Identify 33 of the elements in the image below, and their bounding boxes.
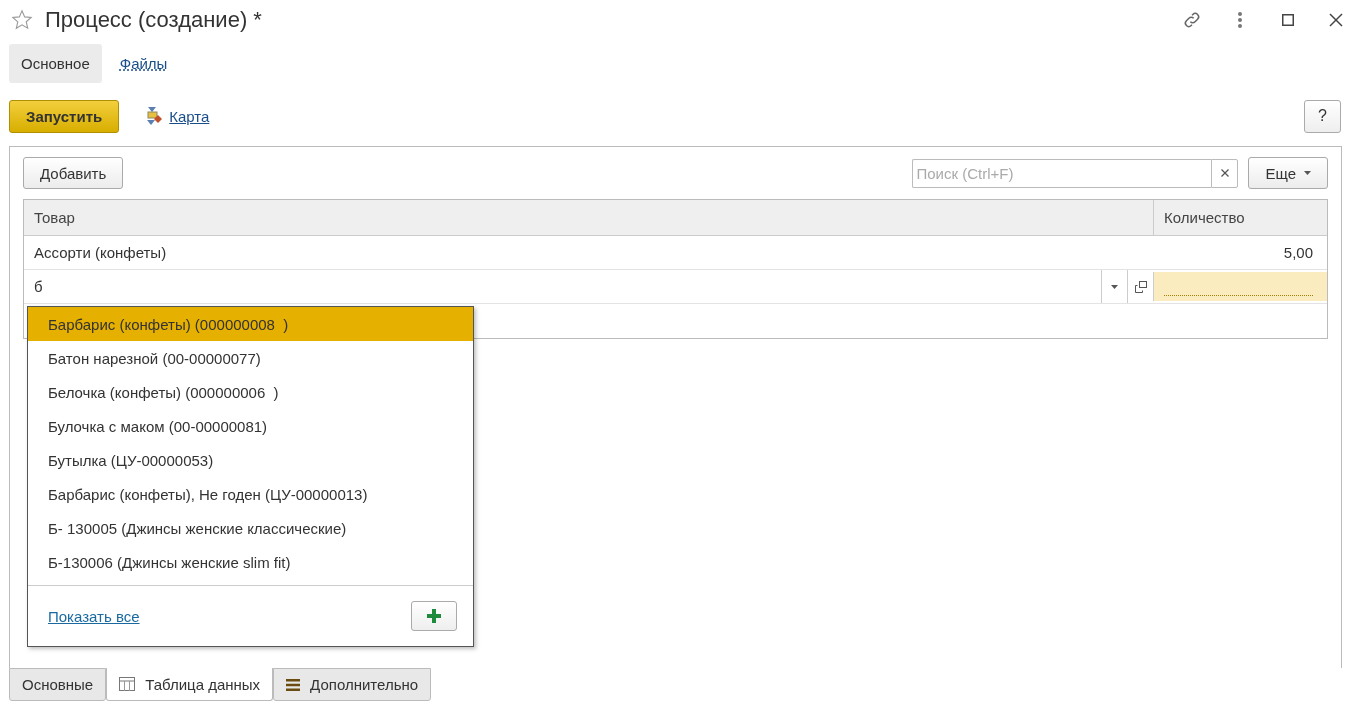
close-icon <box>1220 169 1229 177</box>
table-cell-text: Ассорти (конфеты) <box>33 243 168 263</box>
dropdown-item[interactable]: Бутылка (ЦУ-00000053) <box>28 443 473 477</box>
dropdown-item[interactable]: Барбарис (конфеты) (000000008 ) <box>28 307 473 341</box>
dropdown-item[interactable]: Булочка с маком (00-00000081) <box>28 409 473 443</box>
add-button[interactable]: Добавить <box>23 157 124 189</box>
form-tab[interactable]: Файлы <box>107 43 180 83</box>
map-link[interactable]: Карта <box>145 106 210 126</box>
create-button[interactable] <box>411 601 457 631</box>
menu-icon <box>286 678 301 691</box>
bottom-tab[interactable]: Дополнительно <box>273 668 432 701</box>
help-button[interactable]: ? <box>1304 99 1341 133</box>
quantity-input-field[interactable] <box>1153 272 1327 301</box>
dropdown-item[interactable]: Батон нарезной (00-00000077) <box>28 341 473 375</box>
show-all-link[interactable]: Показать все <box>48 607 140 625</box>
dropdown-item[interactable]: Белочка (конфеты) (000000006 ) <box>28 375 473 409</box>
plus-icon <box>427 609 441 623</box>
column-header[interactable]: Товар <box>24 200 1153 235</box>
more-button[interactable]: Еще <box>1248 157 1328 189</box>
dropdown-item[interactable]: Барбарис (конфеты), Не годен (ЦУ-00000013) <box>28 477 473 511</box>
run-button[interactable]: Запустить <box>9 99 120 133</box>
search-field[interactable]: Поиск (Ctrl+F) <box>912 158 1212 188</box>
window-title: Процесс (создание) * <box>45 7 263 33</box>
table-icon <box>119 677 136 691</box>
table-cell-text: 5,00 <box>1282 243 1314 263</box>
star-icon[interactable] <box>11 9 33 31</box>
column-header[interactable]: Количество <box>1153 200 1327 235</box>
bottom-tab[interactable]: Таблица данных <box>106 668 274 701</box>
form-tab[interactable]: Основное <box>9 43 102 83</box>
dropdown-item[interactable]: Б- 130005 (Джинсы женские классические) <box>28 511 473 545</box>
bottom-tab[interactable]: Основные <box>9 668 107 701</box>
caret-icon <box>1304 171 1311 175</box>
dropdown-item[interactable]: Б-130006 (Джинсы женские slim fit) <box>28 545 473 579</box>
